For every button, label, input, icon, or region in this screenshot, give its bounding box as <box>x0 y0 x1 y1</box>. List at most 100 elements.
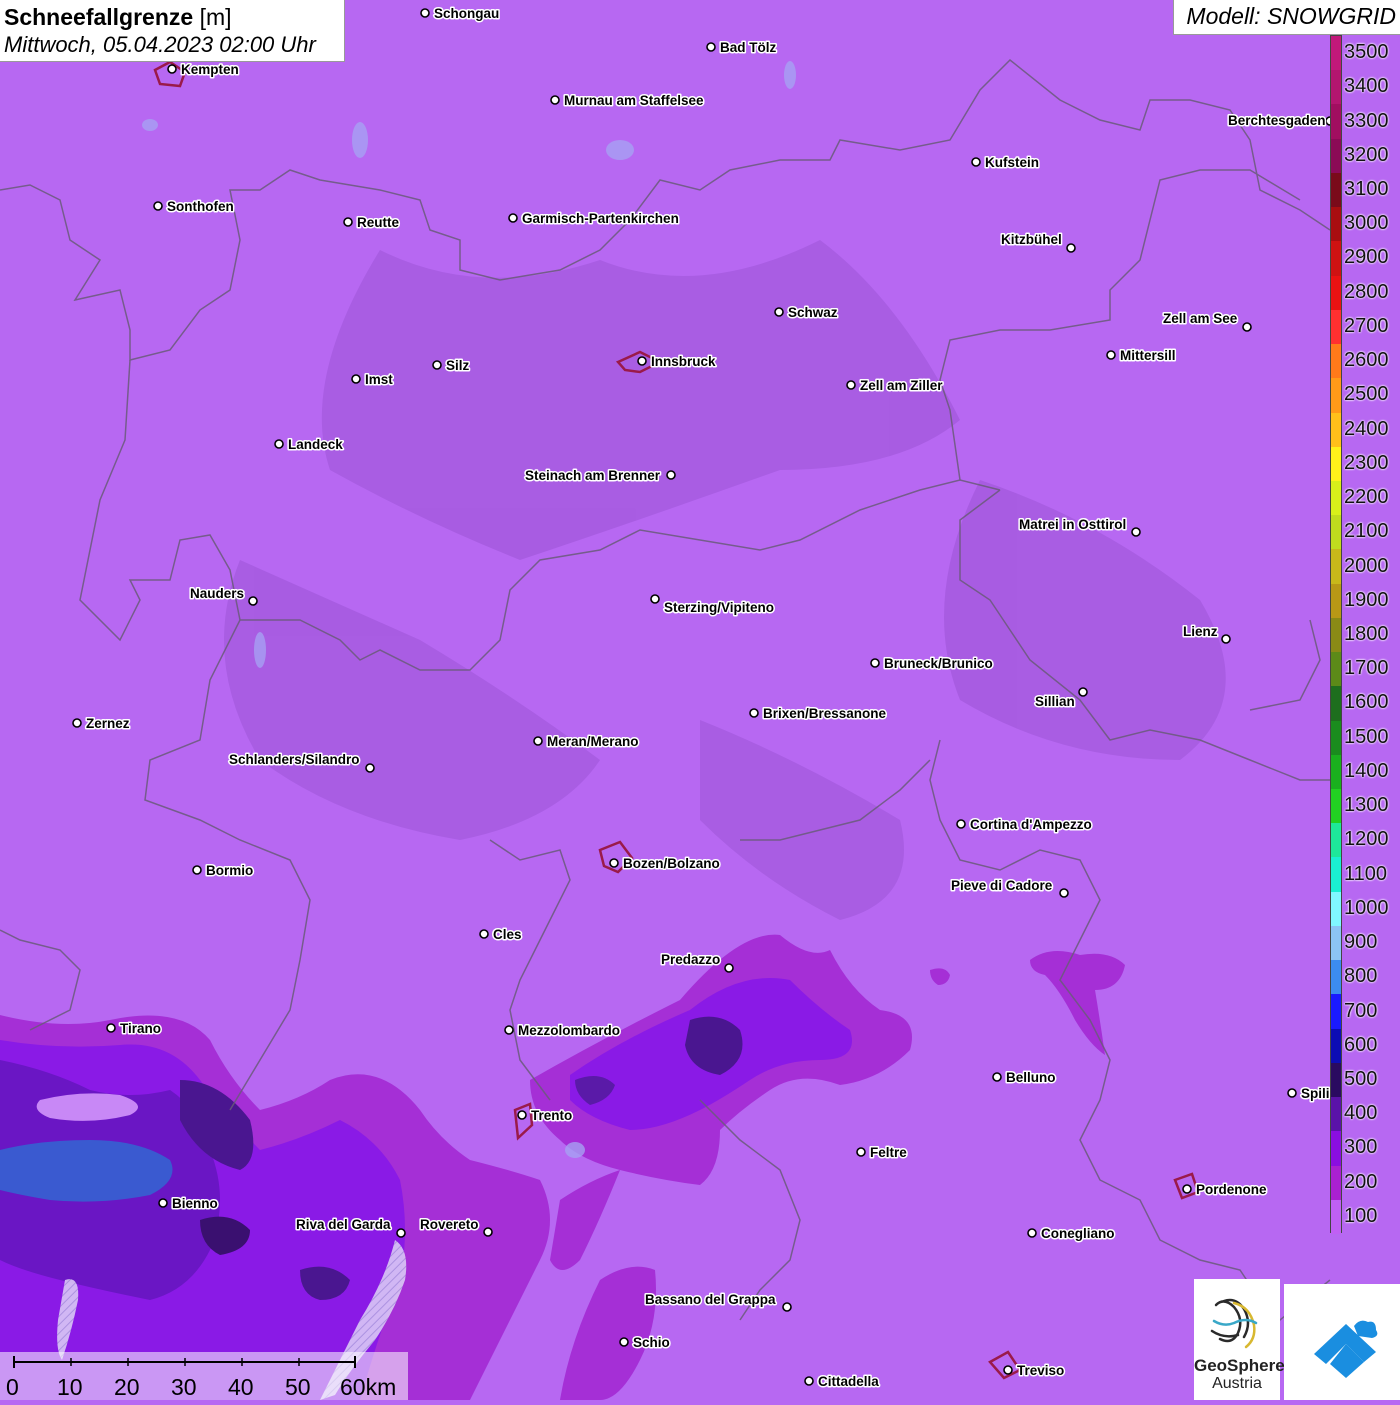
city-marker-icon <box>167 64 177 74</box>
weather-app-logo[interactable] <box>1284 1284 1400 1400</box>
city-marker-icon <box>706 42 716 52</box>
geosphere-country: Austria <box>1212 1375 1262 1392</box>
scale-tick-10: 10 <box>57 1374 83 1400</box>
city-marker-icon <box>479 929 489 939</box>
city-marker-icon <box>650 594 660 604</box>
city-label: Schlanders/Silandro <box>229 752 360 767</box>
snowfall-limit-map[interactable]: Schongau Kempten Bad Tölz Murnau am Staffel… <box>0 0 1400 1400</box>
city-label: Silz <box>446 358 470 373</box>
city-marker-icon <box>1059 888 1069 898</box>
city-marker-icon <box>517 1110 527 1120</box>
city-marker-icon <box>343 217 353 227</box>
city-label: Reutte <box>357 215 399 230</box>
city-label: Steinach am Brenner <box>525 468 661 483</box>
city-marker-icon <box>274 439 284 449</box>
city-label: Zell am Ziller <box>860 378 943 393</box>
legend-label-1800: 1800 <box>1344 623 1389 645</box>
legend-label-500: 500 <box>1344 1067 1378 1090</box>
legend-swatch-100 <box>1331 1199 1341 1235</box>
legend-swatch-2500 <box>1331 378 1341 413</box>
legend-color-bar <box>1330 35 1342 1235</box>
model-label: Modell: SNOWGRID <box>1173 0 1400 35</box>
legend-label-3000: 3000 <box>1344 212 1389 235</box>
legend-swatch-500 <box>1331 1062 1341 1098</box>
legend-swatch-2700 <box>1331 309 1341 345</box>
legend-label-3300: 3300 <box>1344 109 1389 132</box>
city-zell-am-ziller[interactable]: Zell am Ziller <box>846 377 945 395</box>
legend-swatch-2400 <box>1331 412 1341 448</box>
city-marker-icon <box>619 1337 629 1347</box>
city-label: Cortina d'Ampezzo <box>970 817 1092 832</box>
legend-swatch-1300 <box>1331 789 1341 824</box>
city-marker-icon <box>106 1023 116 1033</box>
geosphere-austria-logo[interactable]: GeoSphere Austria <box>1194 1279 1285 1400</box>
legend-swatch-1500 <box>1331 720 1341 756</box>
city-marker-icon <box>158 1198 168 1208</box>
city-garmisch-partenkirchen[interactable]: Garmisch-Partenkirchen <box>508 210 680 228</box>
legend-swatch-2900 <box>1331 241 1341 277</box>
city-marker-icon <box>504 1025 514 1035</box>
city-label: Belluno <box>1006 1070 1056 1085</box>
city-label: Bruneck/Brunico <box>884 656 993 671</box>
legend-swatch-1900 <box>1331 583 1341 619</box>
city-marker-icon <box>1066 243 1076 253</box>
city-meran-merano[interactable]: Meran/Merano <box>533 733 640 751</box>
map-title-unit: [m] <box>199 4 232 30</box>
city-murnau-am-staffelsee[interactable]: Murnau am Staffelsee <box>550 92 706 110</box>
city-label: Kempten <box>181 62 239 77</box>
legend-label-1100: 1100 <box>1344 862 1388 885</box>
city-marker-icon <box>1027 1228 1037 1238</box>
legend-label-1400: 1400 <box>1344 759 1389 782</box>
legend-label-2200: 2200 <box>1344 486 1389 509</box>
city-marker-icon <box>1287 1088 1297 1098</box>
legend-swatch-3500 <box>1331 36 1341 71</box>
city-marker-icon <box>1182 1184 1192 1194</box>
city-marker-icon <box>637 356 647 366</box>
legend-label-1200: 1200 <box>1344 828 1389 851</box>
city-bruneck-brunico[interactable]: Bruneck/Brunico <box>870 655 994 673</box>
legend-label-1900: 1900 <box>1344 588 1389 611</box>
city-cortina-d-ampezzo[interactable]: Cortina d'Ampezzo <box>956 816 1093 834</box>
city-marker-icon <box>550 95 560 105</box>
legend-label-100: 100 <box>1344 1204 1378 1227</box>
city-label: Bad Tölz <box>720 40 776 55</box>
legend-swatch-1000 <box>1331 891 1341 927</box>
legend-swatch-3200 <box>1331 138 1341 174</box>
city-label: Pordenone <box>1196 1182 1267 1197</box>
city-label: Rovereto <box>420 1217 479 1232</box>
legend-label-2400: 2400 <box>1344 417 1389 440</box>
color-legend: 3500 3400 3300 3200 3100 3000 2900 2800 2700 2600… <box>1330 35 1400 1235</box>
city-berchtesgaden[interactable]: Berchtesgaden <box>1227 112 1335 130</box>
city-brixen-bressanone[interactable]: Brixen/Bressanone <box>749 705 888 723</box>
city-steinach-am-brenner[interactable]: Steinach am Brenner <box>524 467 676 485</box>
city-label: Mittersill <box>1120 348 1176 363</box>
city-marker-icon <box>153 201 163 211</box>
legend-swatch-2600 <box>1331 344 1341 379</box>
city-bozen-bolzano[interactable]: Bozen/Bolzano <box>609 855 721 873</box>
city-conegliano[interactable]: Conegliano <box>1027 1225 1116 1243</box>
city-label: Cles <box>493 927 522 942</box>
city-marker-icon <box>365 763 375 773</box>
legend-label-800: 800 <box>1344 965 1378 988</box>
city-mezzolombardo[interactable]: Mezzolombardo <box>504 1022 622 1040</box>
legend-swatch-2300 <box>1331 446 1341 482</box>
city-label: Kufstein <box>985 155 1039 170</box>
scale-tick-50: 50 <box>285 1374 311 1400</box>
legend-label-900: 900 <box>1344 931 1378 954</box>
legend-label-1000: 1000 <box>1344 896 1389 919</box>
city-label: Feltre <box>870 1145 907 1160</box>
city-label: Brixen/Bressanone <box>763 706 887 721</box>
city-label: Berchtesgaden <box>1228 113 1326 128</box>
city-label: Treviso <box>1017 1363 1064 1378</box>
city-label: Garmisch-Partenkirchen <box>522 211 679 226</box>
legend-swatch-1700 <box>1331 652 1341 687</box>
city-marker-icon <box>1242 322 1252 332</box>
legend-swatch-3000 <box>1331 207 1341 242</box>
city-marker-icon <box>351 374 361 384</box>
city-pordenone[interactable]: Pordenone <box>1182 1181 1268 1199</box>
scale-tick-40: 40 <box>228 1374 254 1400</box>
city-label: Sterzing/Vipiteno <box>664 600 774 615</box>
city-marker-icon <box>870 658 880 668</box>
geosphere-emblem-icon <box>1210 1298 1258 1349</box>
city-label: Imst <box>365 372 393 387</box>
